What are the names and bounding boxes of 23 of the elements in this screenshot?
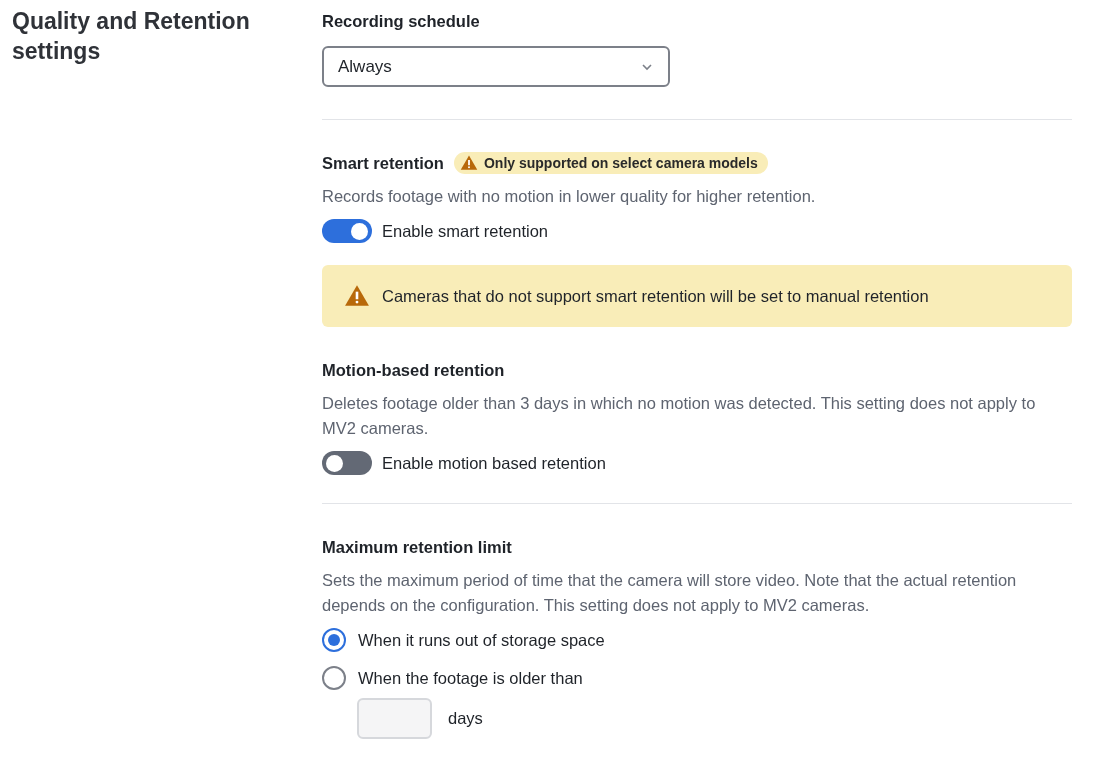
toggle-label: Enable smart retention [382,221,548,241]
section-heading: Maximum retention limit [322,537,513,558]
section-description: Records footage with no motion in lower quality for higher retention. [322,186,817,207]
toggle-switch[interactable] [322,219,372,243]
section-heading: Recording schedule [322,11,481,32]
alert-text: Cameras that do not support smart retention will be set to manual retention [382,286,929,306]
section-heading: Motion-based retention [322,360,506,381]
schedule-select[interactable]: Always [322,46,670,87]
unit-label: days [448,709,483,728]
warning-icon [459,154,478,172]
section-heading: Smart retention [322,153,444,174]
radio-label: When it runs out of storage space [358,630,605,650]
radio-button[interactable] [322,628,346,652]
toggle-label: Enable motion based retention [382,453,606,473]
section-description: Sets the maximum period of time that the camera will store video. Note that the actual retention depends on the configuration. This setting does not apply to MV2 cameras. [322,570,1018,616]
toggle-switch[interactable] [322,451,372,475]
radio-button[interactable] [322,666,346,690]
info-badge: Only supported on select camera models [453,152,768,174]
days-input[interactable] [357,698,432,739]
radio-label: When the footage is older than [358,668,583,688]
warning-icon [344,283,370,309]
page-title: Quality and Retention settings [12,7,251,66]
section-description: Deletes footage older than 3 days in which no motion was detected. This setting does not apply to MV2 cameras. [322,393,1037,439]
